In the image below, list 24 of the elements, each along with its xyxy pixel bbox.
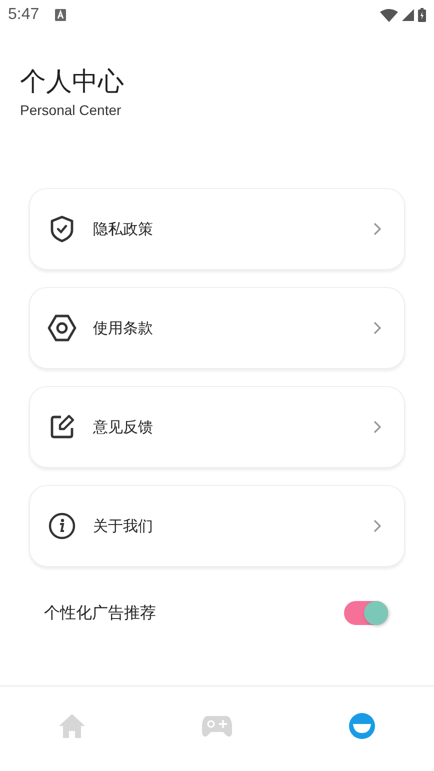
menu-item[interactable]: 关于我们: [29, 485, 405, 567]
status-time: 5:47: [8, 6, 40, 24]
chevron-right-icon: [373, 420, 382, 434]
info-icon: [48, 512, 76, 540]
smiley-icon: [348, 712, 376, 740]
page-subtitle: Personal Center: [20, 102, 122, 118]
chevron-right-icon: [373, 222, 382, 236]
chevron-right-icon: [373, 321, 382, 335]
home-icon: [58, 712, 86, 740]
signal-icon: [402, 9, 414, 21]
battery-icon: [418, 8, 426, 22]
chevron-right-icon: [373, 519, 382, 533]
menu-item[interactable]: 意见反馈: [29, 386, 405, 468]
gamepad-icon: [201, 713, 233, 739]
keyboard-notification-icon: [55, 9, 66, 21]
menu-item[interactable]: 隐私政策: [29, 188, 405, 270]
ad-personalization-label: 个性化广告推荐: [44, 602, 157, 624]
gear-icon: [47, 314, 77, 342]
wifi-icon: [380, 8, 398, 22]
toggle-switch[interactable]: [344, 601, 388, 625]
edit-icon: [49, 414, 75, 440]
menu-item[interactable]: 使用条款: [29, 287, 405, 369]
page-title: 个人中心: [20, 66, 125, 98]
shield-check-icon: [49, 215, 75, 243]
